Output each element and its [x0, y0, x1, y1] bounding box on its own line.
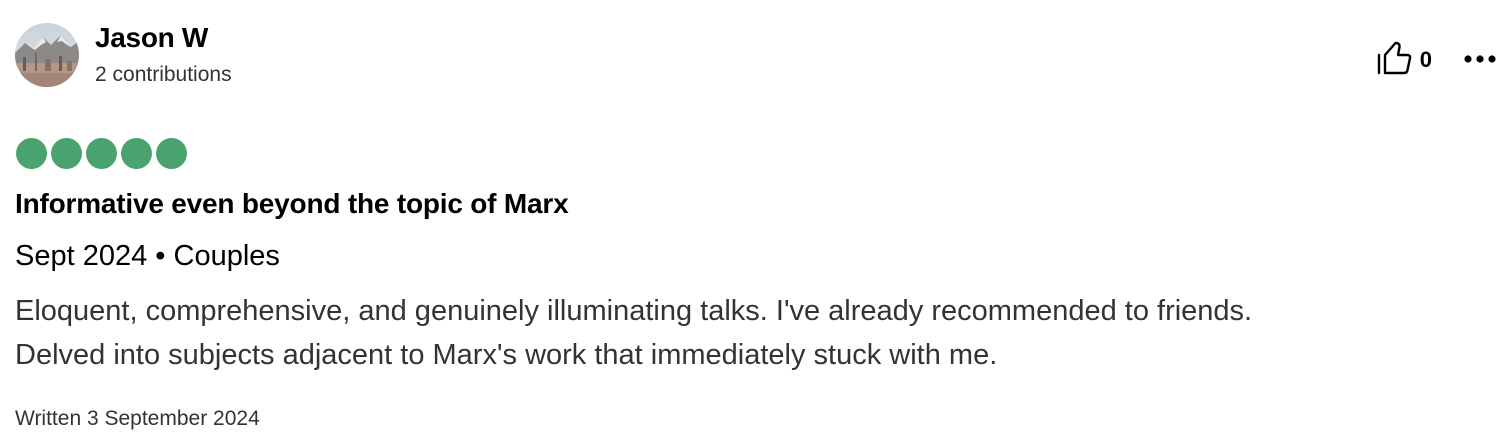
trip-info: Sept 2024 • Couples [15, 240, 280, 272]
rating-bubble-icon [86, 138, 117, 169]
review-actions: 0 [1376, 40, 1498, 80]
contributions-count: 2 contributions [95, 63, 232, 86]
more-options-button[interactable] [1462, 40, 1498, 80]
rating-bubble-icon [121, 138, 152, 169]
rating-bubbles [16, 138, 187, 169]
review-title[interactable]: Informative even beyond the topic of Mar… [15, 186, 569, 222]
helpful-button[interactable]: 0 [1376, 40, 1432, 80]
helpful-count: 0 [1419, 47, 1432, 72]
review-card: Jason W 2 contributions 0 Informative ev… [0, 0, 1512, 440]
reviewer-name[interactable]: Jason W [95, 20, 208, 56]
written-date: Written 3 September 2024 [15, 407, 260, 430]
rating-bubble-icon [16, 138, 47, 169]
thumbs-up-icon [1376, 41, 1412, 80]
review-body-line: Eloquent, comprehensive, and genuinely i… [15, 295, 1253, 327]
more-horizontal-icon [1463, 51, 1497, 69]
avatar[interactable] [15, 23, 79, 87]
review-body-line: Delved into subjects adjacent to Marx's … [15, 339, 998, 371]
review-body: Eloquent, comprehensive, and genuinely i… [15, 289, 1485, 377]
rating-bubble-icon [51, 138, 82, 169]
avatar-photo [15, 23, 79, 87]
rating-bubble-icon [156, 138, 187, 169]
